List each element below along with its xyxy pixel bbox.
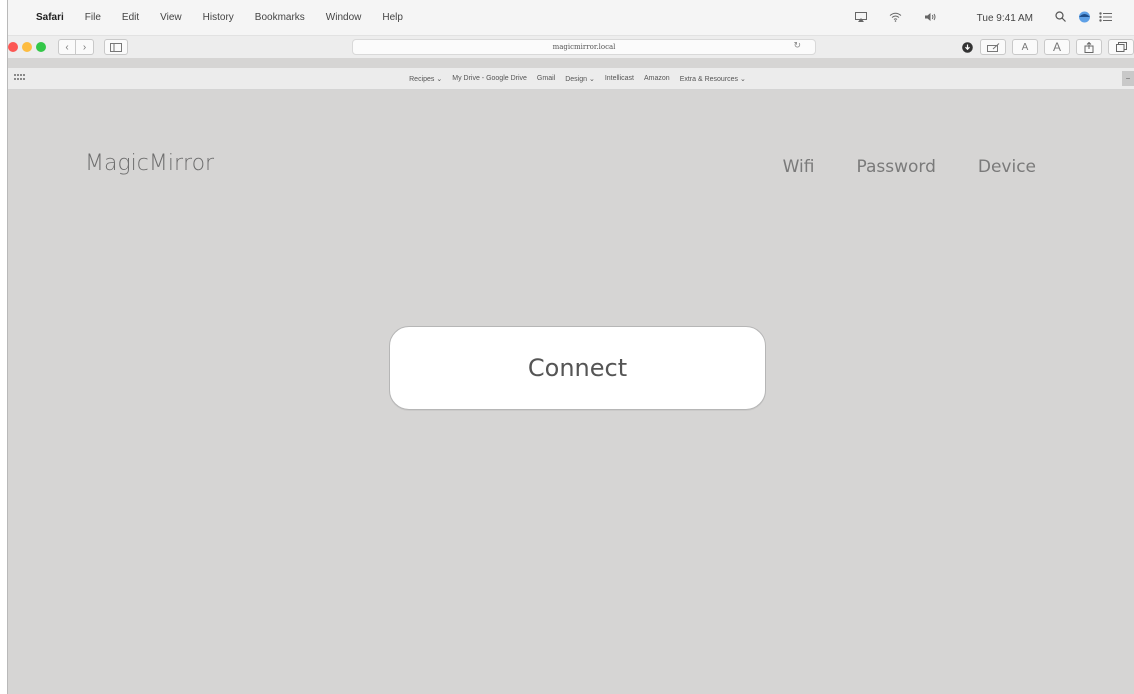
menu-history[interactable]: History — [203, 12, 234, 23]
bookmark-design[interactable]: Design ⌄ — [565, 75, 595, 83]
bookmarks-list: Recipes ⌄ My Drive - Google Drive Gmail … — [8, 75, 1134, 83]
zoom-window-button[interactable] — [36, 42, 46, 52]
menu-bookmarks[interactable]: Bookmarks — [255, 12, 305, 23]
tabs-overview-button[interactable] — [1108, 39, 1134, 55]
downloads-icon[interactable] — [960, 39, 974, 55]
airplay-icon[interactable] — [854, 11, 867, 25]
bookmark-amazon[interactable]: Amazon — [644, 75, 670, 83]
menu-help[interactable]: Help — [382, 12, 403, 23]
screen: Safari File Edit View History Bookmarks … — [7, 0, 1134, 694]
reload-icon[interactable]: ↻ — [793, 41, 801, 51]
sidebar-icon — [110, 42, 122, 52]
wifi-icon[interactable] — [889, 12, 902, 25]
bookmarks-bar: Recipes ⌄ My Drive - Google Drive Gmail … — [8, 68, 1134, 90]
menu-bar: Safari File Edit View History Bookmarks … — [8, 0, 1134, 36]
window-controls — [8, 42, 50, 52]
back-button[interactable]: ‹ — [58, 39, 76, 55]
menu-bar-status: Tue 9:41 AM — [833, 0, 1134, 36]
bookmark-google-drive[interactable]: My Drive - Google Drive — [452, 75, 527, 83]
share-button[interactable] — [1076, 39, 1102, 55]
search-icon[interactable] — [1055, 11, 1066, 25]
font-smaller-button[interactable]: A — [1012, 39, 1038, 55]
sidebar-toggle-button[interactable] — [104, 39, 128, 55]
minus-icon[interactable]: − — [1122, 71, 1134, 86]
menu-file[interactable]: File — [85, 12, 101, 23]
minimize-window-button[interactable] — [22, 42, 32, 52]
browser-toolbar: ‹ › magicmirror.local ↻ A A — [8, 36, 1134, 58]
forward-button[interactable]: › — [76, 39, 94, 55]
menu-clock[interactable]: Tue 9:41 AM — [977, 13, 1033, 24]
address-bar-url: magicmirror.local — [552, 43, 616, 51]
nav-link-device[interactable]: Device — [978, 157, 1036, 177]
menu-view[interactable]: View — [160, 12, 182, 23]
reader-edit-button[interactable] — [980, 39, 1006, 55]
site-nav: Wifi Password Device — [741, 157, 1134, 177]
connect-button[interactable]: Connect — [389, 326, 766, 410]
edit-icon — [986, 42, 999, 52]
nav-link-wifi[interactable]: Wifi — [783, 157, 815, 177]
site-title: MagicMirror — [85, 151, 215, 176]
font-larger-button[interactable]: A — [1044, 39, 1070, 55]
menu-window[interactable]: Window — [326, 12, 362, 23]
menu-app-name[interactable]: Safari — [36, 12, 64, 23]
navigation-buttons: ‹ › — [58, 39, 94, 55]
toolbar-right-actions: A A — [954, 39, 1134, 55]
address-bar[interactable]: magicmirror.local ↻ — [352, 39, 816, 55]
siri-icon[interactable] — [1078, 11, 1091, 26]
web-page: MagicMirror Wifi Password Device Connect — [8, 90, 1134, 694]
bookmark-recipes[interactable]: Recipes ⌄ — [409, 75, 442, 83]
notification-center-icon[interactable] — [1099, 11, 1112, 25]
share-icon — [1084, 41, 1094, 53]
close-window-button[interactable] — [8, 42, 18, 52]
volume-icon[interactable] — [924, 12, 937, 25]
tabs-icon — [1115, 42, 1127, 52]
nav-link-password[interactable]: Password — [856, 157, 935, 177]
menu-edit[interactable]: Edit — [122, 12, 139, 23]
bookmark-intellicast[interactable]: Intellicast — [605, 75, 634, 83]
bookmark-gmail[interactable]: Gmail — [537, 75, 555, 83]
bookmark-extra-resources[interactable]: Extra & Resources ⌄ — [680, 75, 746, 83]
